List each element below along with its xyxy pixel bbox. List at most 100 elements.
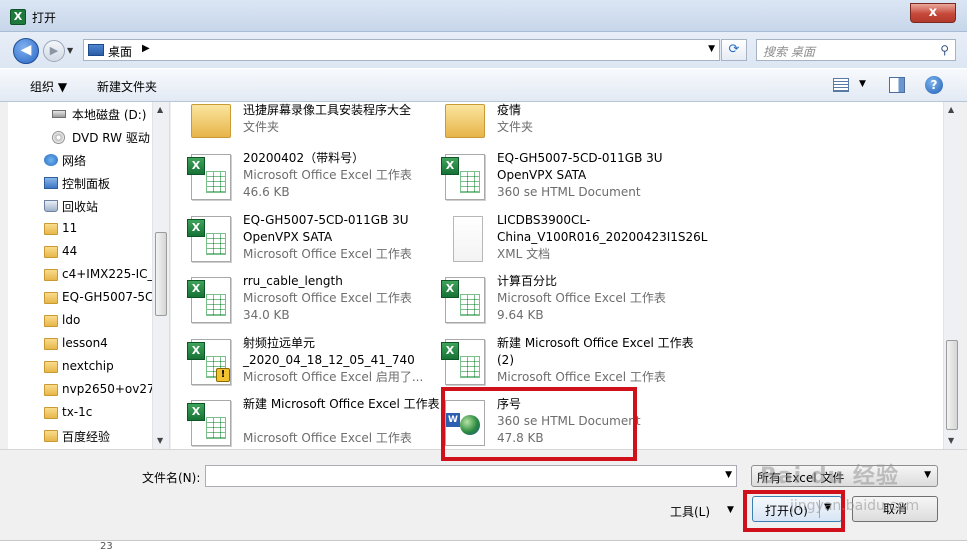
tools-dropdown-icon[interactable]: ▼ bbox=[727, 505, 734, 515]
network-icon bbox=[44, 154, 58, 166]
command-toolbar: 组织 ▼ 新建文件夹 ▼ ? bbox=[0, 68, 967, 102]
file-type: 文件夹 bbox=[497, 120, 534, 134]
file-type: XML 文档 bbox=[497, 247, 551, 261]
sidebar-scroll-thumb[interactable] bbox=[155, 232, 167, 316]
folder-icon bbox=[191, 104, 231, 138]
view-dropdown-icon[interactable]: ▼ bbox=[859, 79, 866, 89]
title-bar: X 打开 x bbox=[0, 0, 967, 32]
file-item-excel[interactable]: X 新建 Microsoft Office Excel 工作表 (2) Micr… bbox=[441, 335, 695, 395]
html-file-icon: W bbox=[445, 400, 485, 446]
spreadsheet-grid-icon bbox=[206, 417, 226, 439]
forward-button[interactable]: ▶ bbox=[43, 40, 65, 62]
spreadsheet-grid-icon bbox=[206, 294, 226, 316]
file-size: 34.0 KB bbox=[243, 308, 290, 322]
excel-file-icon: X bbox=[187, 154, 231, 200]
folder-icon bbox=[44, 246, 58, 258]
help-icon[interactable]: ? bbox=[925, 76, 943, 94]
file-item-excel[interactable]: X 20200402（带料号） Microsoft Office Excel 工… bbox=[187, 150, 441, 210]
organize-label: 组织 bbox=[30, 80, 55, 94]
folder-icon bbox=[44, 361, 58, 373]
file-name: 迅捷屏幕录像工具安装程序大全 bbox=[243, 103, 412, 117]
file-item-excel[interactable]: X EQ-GH5007-5CD-011GB 3U OpenVPX SATA Mi… bbox=[187, 212, 441, 272]
desktop-icon bbox=[88, 44, 104, 56]
file-item-xml[interactable]: LICDBS3900CL-China_V100R016_20200423I1S2… bbox=[445, 212, 707, 272]
file-name: 20200402（带料号） bbox=[243, 151, 365, 165]
spreadsheet-grid-icon bbox=[206, 171, 226, 193]
file-type-dropdown-icon[interactable]: ▼ bbox=[924, 470, 931, 480]
filename-input[interactable]: ▼ bbox=[205, 465, 737, 487]
dialog-footer: 文件名(N): ▼ 所有 Excel 文件 ▼ 工具(L) ▼ 打开(O) ▼ … bbox=[0, 449, 967, 552]
spreadsheet-grid-icon bbox=[460, 356, 480, 378]
address-location[interactable]: 桌面 bbox=[108, 43, 132, 60]
file-name: rru_cable_length bbox=[243, 274, 343, 288]
new-folder-button[interactable]: 新建文件夹 bbox=[97, 78, 157, 95]
back-button[interactable]: ◀ bbox=[13, 38, 39, 64]
excel-file-icon: X bbox=[441, 154, 485, 200]
scroll-down-arrow-icon[interactable]: ▼ bbox=[157, 436, 163, 445]
address-history-dropdown-icon[interactable]: ▼ bbox=[708, 44, 715, 54]
file-item-excel[interactable]: X 计算百分比 Microsoft Office Excel 工作表 9.64 … bbox=[441, 273, 695, 333]
view-options-icon[interactable] bbox=[833, 78, 849, 92]
excel-badge-icon: X bbox=[441, 342, 459, 360]
recent-pages-dropdown-icon[interactable]: ▼ bbox=[67, 46, 73, 55]
search-input[interactable]: 搜索 桌面 ⚲ bbox=[756, 39, 956, 61]
file-type: Microsoft Office Excel 工作表 bbox=[243, 291, 412, 305]
scroll-down-arrow-icon[interactable]: ▼ bbox=[948, 436, 954, 445]
spreadsheet-grid-icon bbox=[460, 294, 480, 316]
spreadsheet-grid-icon bbox=[460, 171, 480, 193]
dvd-icon bbox=[52, 131, 65, 144]
filename-dropdown-icon[interactable]: ▼ bbox=[725, 470, 732, 480]
file-item-excel[interactable]: X 新建 Microsoft Office Excel 工作表 Microsof… bbox=[187, 396, 441, 449]
file-item-html[interactable]: W 序号 360 se HTML Document 47.8 KB bbox=[445, 396, 695, 449]
globe-icon bbox=[460, 415, 480, 435]
file-type: Microsoft Office Excel 工作表 bbox=[243, 247, 412, 261]
scroll-up-arrow-icon[interactable]: ▲ bbox=[948, 105, 954, 114]
recycle-bin-icon bbox=[44, 200, 58, 212]
file-name: 序号 bbox=[497, 397, 522, 411]
excel-badge-icon: X bbox=[441, 280, 459, 298]
tools-button[interactable]: 工具(L) bbox=[670, 503, 710, 520]
file-name: 射频拉远单元_2020_04_18_12_05_41_740 bbox=[243, 336, 415, 367]
folder-icon bbox=[44, 223, 58, 235]
file-name: 新建 Microsoft Office Excel 工作表 (2) bbox=[497, 336, 694, 367]
file-list-scroll-thumb[interactable] bbox=[946, 340, 958, 430]
file-list-scrollbar[interactable]: ▲ ▼ bbox=[943, 102, 960, 449]
preview-pane-icon[interactable] bbox=[889, 77, 905, 93]
folder-icon bbox=[44, 430, 58, 442]
warning-icon: ! bbox=[216, 368, 230, 382]
file-type: Microsoft Office Excel 工作表 bbox=[243, 431, 412, 445]
excel-file-icon: X bbox=[441, 339, 485, 385]
file-type: Microsoft Office Excel 启用了... bbox=[243, 370, 424, 384]
organize-button[interactable]: 组织 ▼ bbox=[30, 78, 67, 95]
excel-badge-icon: X bbox=[187, 403, 205, 421]
scroll-up-arrow-icon[interactable]: ▲ bbox=[157, 105, 163, 114]
refresh-button[interactable]: ⟳ bbox=[721, 39, 747, 61]
file-type: 360 se HTML Document bbox=[497, 414, 641, 428]
file-item-excel[interactable]: X rru_cable_length Microsoft Office Exce… bbox=[187, 273, 441, 333]
excel-badge-icon: X bbox=[187, 157, 205, 175]
file-item-excel-macro[interactable]: X! 射频拉远单元_2020_04_18_12_05_41_740 Micros… bbox=[187, 335, 441, 395]
open-button[interactable]: 打开(O) ▼ bbox=[752, 496, 842, 522]
file-item-html[interactable]: X EQ-GH5007-5CD-011GB 3U OpenVPX SATA 36… bbox=[441, 150, 695, 210]
cancel-button[interactable]: 取消 bbox=[852, 496, 938, 522]
excel-badge-icon: X bbox=[441, 157, 459, 175]
search-icon: ⚲ bbox=[940, 43, 949, 57]
file-type-select[interactable]: 所有 Excel 文件 ▼ bbox=[751, 465, 938, 487]
close-button[interactable]: x bbox=[910, 3, 956, 23]
file-type-value: 所有 Excel 文件 bbox=[757, 471, 845, 485]
excel-badge-icon: X bbox=[187, 280, 205, 298]
breadcrumb-chevron-icon[interactable]: ▶ bbox=[142, 43, 150, 54]
address-row: ◀ ▶ ▼ 桌面 ▶ ▼ ⟳ 搜索 桌面 ⚲ bbox=[0, 32, 967, 68]
file-name: 新建 Microsoft Office Excel 工作表 bbox=[243, 397, 440, 411]
excel-file-icon: X bbox=[187, 277, 231, 323]
navigation-pane: 本地磁盘 (D:) DVD RW 驱动 网络 控制面板 回收站 11 44 c4… bbox=[8, 102, 170, 449]
file-size: 46.6 KB bbox=[243, 185, 290, 199]
folder-icon bbox=[445, 104, 485, 138]
excel-app-icon: X bbox=[10, 9, 26, 25]
file-size: 9.64 KB bbox=[497, 308, 544, 322]
folder-icon bbox=[44, 292, 58, 304]
open-options-dropdown-icon[interactable]: ▼ bbox=[824, 502, 832, 513]
address-bar[interactable]: 桌面 ▶ ▼ bbox=[83, 39, 720, 61]
sidebar-scrollbar[interactable]: ▲ ▼ bbox=[152, 102, 169, 449]
folder-icon bbox=[44, 407, 58, 419]
